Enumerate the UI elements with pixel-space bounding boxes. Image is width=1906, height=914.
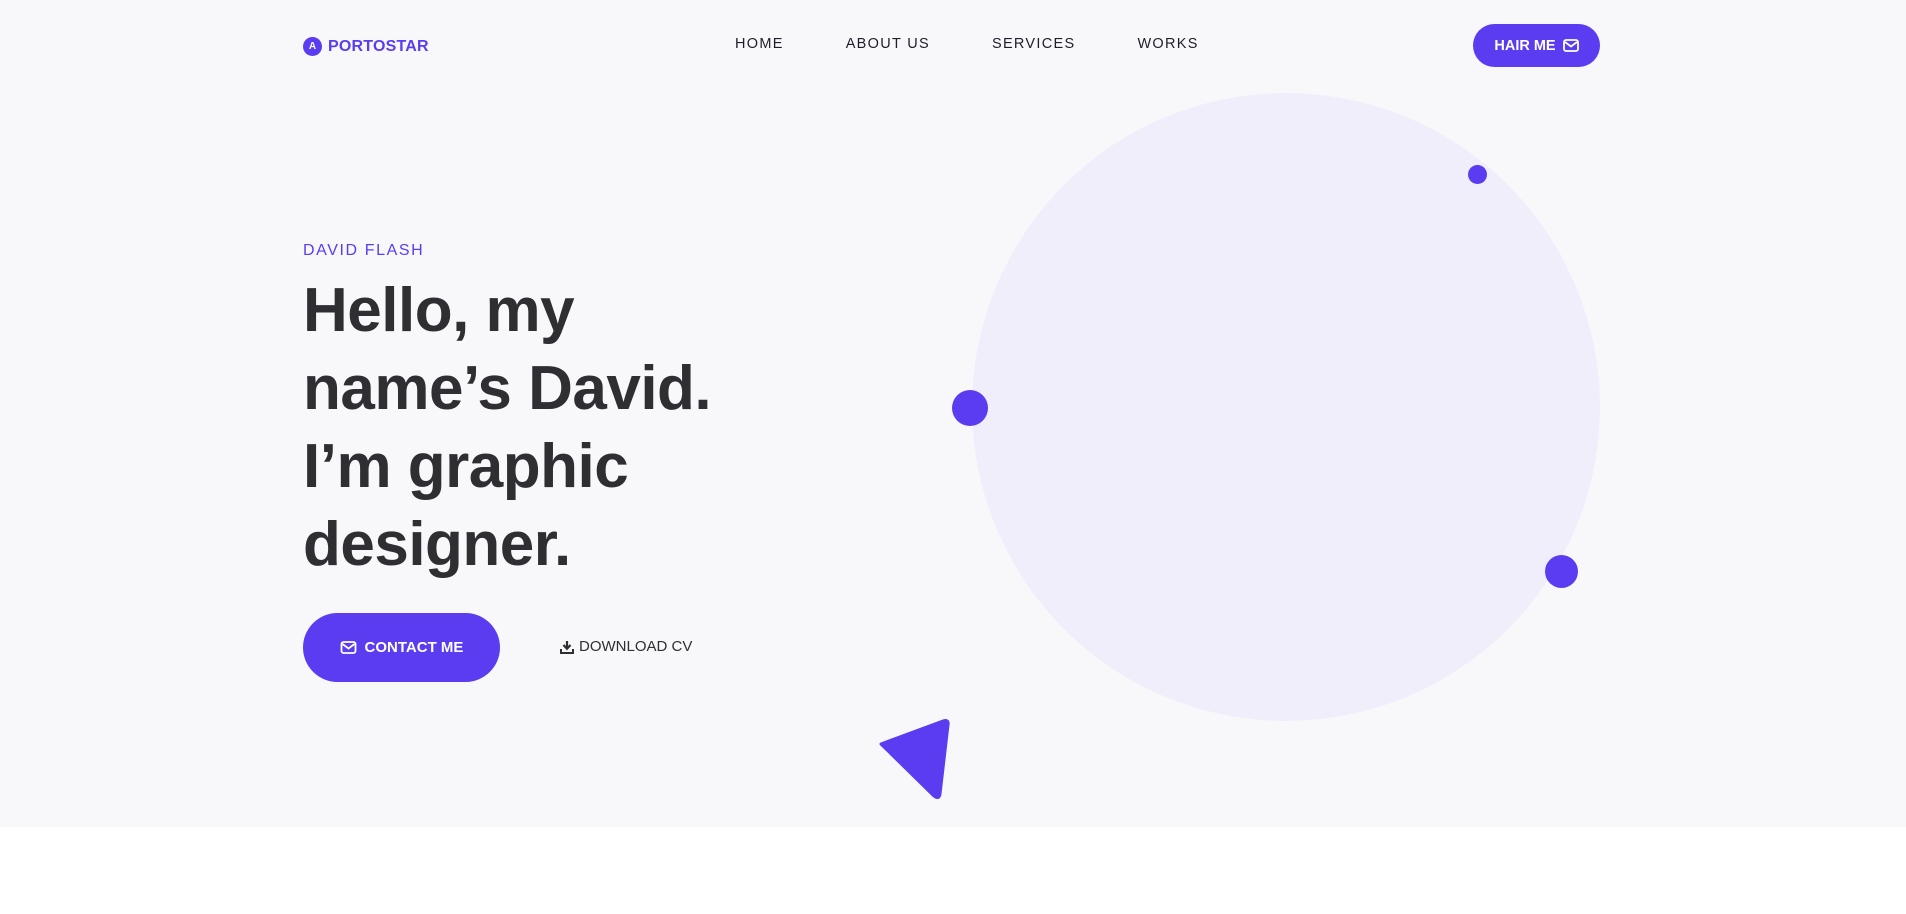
decorative-dot-small — [1468, 165, 1487, 184]
logo-text: PORTOSTAR — [328, 37, 429, 55]
hero-headline: Hello, my name’s David. I’m graphic desi… — [303, 272, 823, 584]
headline-line: Hello, my — [303, 276, 575, 345]
decorative-dot-right — [1545, 555, 1578, 588]
next-section — [0, 827, 1906, 914]
decorative-triangle — [879, 719, 950, 800]
download-icon — [560, 640, 574, 654]
hire-me-label: HAIR ME — [1494, 37, 1556, 54]
download-cv-label: DOWNLOAD CV — [579, 638, 693, 655]
hero-subtitle: DAVID FLASH — [303, 242, 425, 259]
nav-item-works[interactable]: WORKS — [1137, 36, 1198, 52]
decorative-circle — [972, 93, 1600, 721]
contact-me-label: CONTACT ME — [364, 639, 464, 656]
hire-me-button[interactable]: HAIR ME — [1473, 24, 1600, 67]
nav-item-services[interactable]: SERVICES — [992, 36, 1075, 52]
nav-item-home[interactable]: HOME — [735, 36, 784, 52]
headline-line: name’s David. — [303, 354, 712, 423]
mail-icon — [1562, 39, 1579, 52]
decorative-dot-left — [952, 390, 988, 426]
download-cv-link[interactable]: DOWNLOAD CV — [560, 638, 692, 655]
logo-icon: A — [303, 37, 322, 56]
mail-icon — [340, 641, 357, 654]
main-nav: HOME ABOUT US SERVICES WORKS — [735, 36, 1199, 52]
headline-line: designer. — [303, 510, 571, 579]
hero-section: A PORTOSTAR HOME ABOUT US SERVICES WORKS… — [0, 0, 1906, 827]
headline-line: I’m graphic — [303, 432, 629, 501]
contact-me-button[interactable]: CONTACT ME — [303, 613, 500, 682]
logo[interactable]: A PORTOSTAR — [303, 37, 429, 56]
nav-item-about-us[interactable]: ABOUT US — [846, 36, 930, 52]
